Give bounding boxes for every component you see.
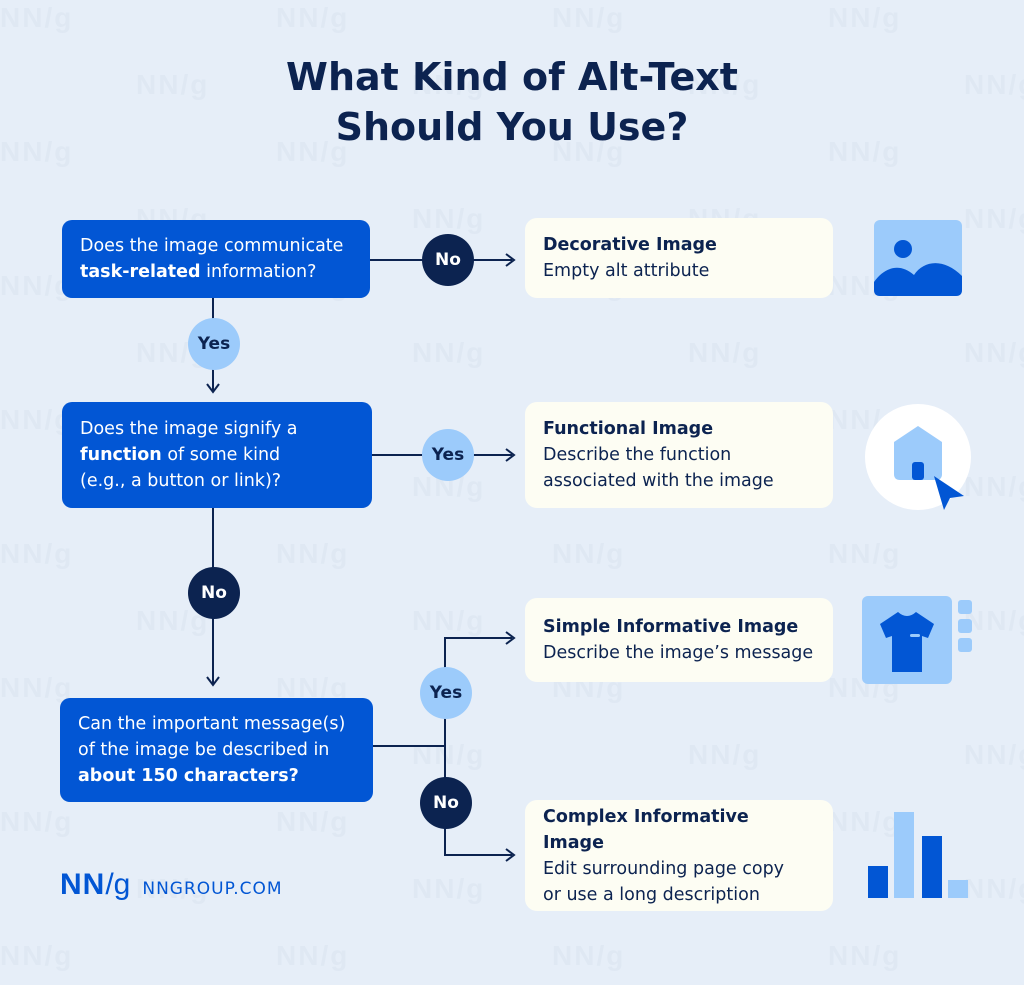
question-2-post: of some kind: [161, 445, 281, 465]
question-1-line-1: Does the image communicate: [80, 236, 344, 256]
outcome-decorative-heading: Decorative Image: [543, 235, 717, 255]
badge-q1-no: No: [422, 234, 474, 286]
bar-chart-icon: [868, 812, 968, 898]
home-click-icon: [865, 404, 971, 510]
question-2-bold: function: [80, 445, 162, 465]
bar-chart-icon-bar-2: [894, 812, 914, 898]
badge-q1-yes: Yes: [188, 318, 240, 370]
question-function: Does the image signify a function of som…: [62, 402, 372, 508]
bar-chart-icon-bar-3: [922, 836, 942, 898]
question-1-line-2: task-related information?: [80, 259, 352, 285]
outcome-functional-desc-1: Describe the function: [543, 445, 732, 465]
logo-url[interactable]: NNGROUP.COM: [142, 879, 282, 899]
question-3-line-1: Can the important message(s): [78, 714, 346, 734]
bar-chart-icon-bar-4: [948, 880, 968, 898]
outcome-functional-heading: Functional Image: [543, 419, 714, 439]
outcome-functional-image: Functional Image Describe the function a…: [525, 402, 833, 508]
outcome-decorative-image: Decorative Image Empty alt attribute: [525, 218, 833, 298]
outcome-complex-desc-1: Edit surrounding page copy: [543, 858, 785, 879]
nngroup-logo: NN /g NNGROUP.COM: [60, 868, 283, 902]
question-150-characters: Can the important message(s) of the imag…: [60, 698, 373, 802]
tshirt-product-icon: [862, 596, 972, 684]
badge-q2-yes: Yes: [422, 429, 474, 481]
badge-q3-yes: Yes: [420, 667, 472, 719]
question-3-line-2: of the image be described in: [78, 740, 330, 760]
outcome-complex-desc-2: or use a long description: [543, 884, 760, 905]
outcome-simple-informative-image: Simple Informative Image Describe the im…: [525, 598, 833, 682]
outcome-simple-desc: Describe the image’s message: [543, 643, 814, 663]
outcome-functional-desc-2: associated with the image: [543, 471, 774, 491]
question-2-line-1: Does the image signify a: [80, 419, 298, 439]
badge-q3-no: No: [420, 777, 472, 829]
bar-chart-icon-bar-1: [868, 866, 888, 898]
question-2-line-3: (e.g., a button or link)?: [80, 471, 282, 491]
question-3-bold: about 150 characters?: [78, 766, 299, 786]
outcome-decorative-desc: Empty alt attribute: [543, 261, 710, 281]
question-1-post: information?: [200, 262, 317, 282]
question-task-related: Does the image communicate task-related …: [62, 220, 370, 298]
question-1-bold: task-related: [80, 262, 201, 282]
outcome-complex-informative-image: Complex Informative Image Edit surroundi…: [525, 800, 833, 911]
outcome-complex-heading: Complex Informative Image: [543, 806, 749, 853]
question-3-line-3: about 150 characters?: [78, 763, 355, 789]
logo-mark: NN: [60, 868, 106, 901]
logo-slash-g: /g: [105, 868, 131, 901]
outcome-simple-heading: Simple Informative Image: [543, 617, 799, 637]
badge-q2-no: No: [188, 567, 240, 619]
landscape-image-icon: [874, 220, 962, 296]
question-2-line-2: function of some kind: [80, 442, 354, 468]
